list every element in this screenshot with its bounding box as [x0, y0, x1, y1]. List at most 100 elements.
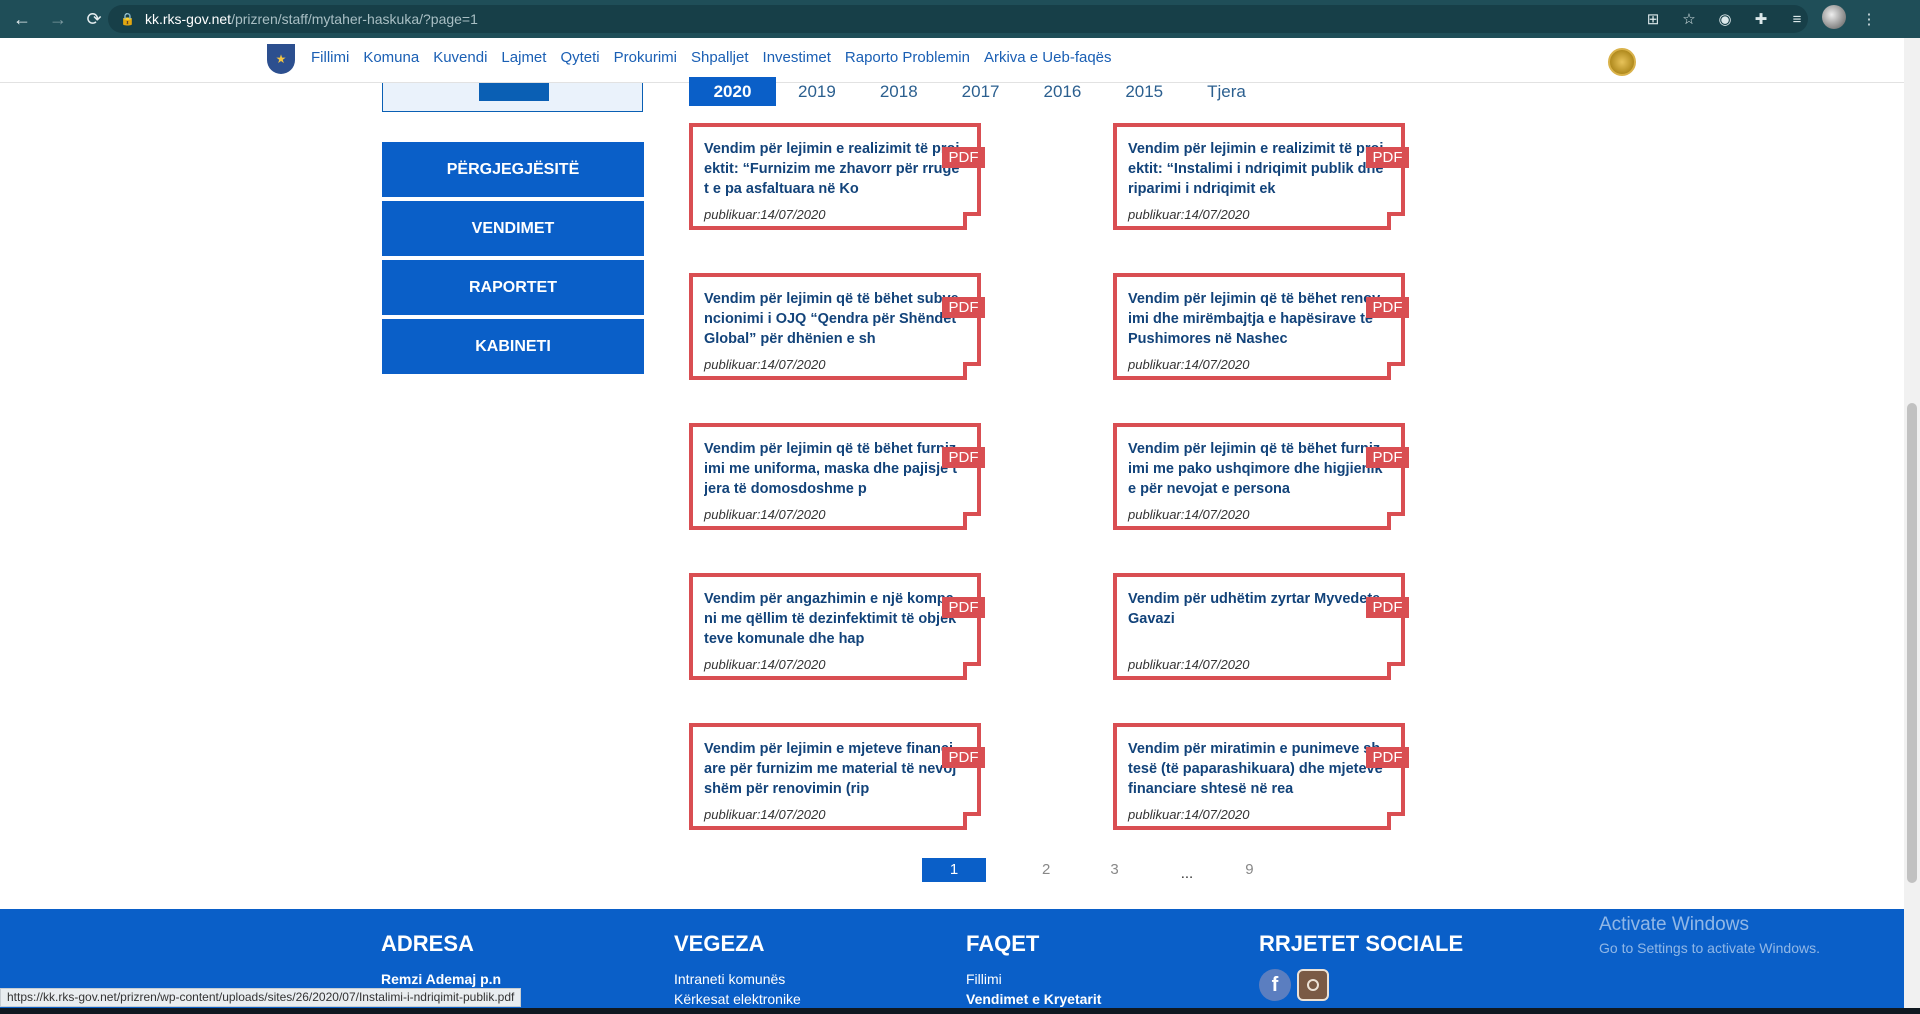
footer-heading-rrjetet: RRJETET SOCIALE — [1259, 931, 1464, 956]
address-bar[interactable]: 🔒 kk.rks-gov.net /prizren/staff/mytaher-… — [108, 5, 1808, 33]
pdf-badge[interactable]: PDF — [942, 747, 985, 768]
document-title[interactable]: Vendim për udhëtim zyrtar Myvedete Gavaz… — [1128, 589, 1384, 651]
footer-col-rrjetet: RRJETET SOCIALE f — [1259, 931, 1463, 1001]
page-link-1[interactable]: 1 — [922, 857, 986, 882]
document-card[interactable]: Vendim për lejimin që të bëhet renovimi … — [1113, 273, 1409, 380]
document-title[interactable]: Vendim për lejimin që të bëhet furnizimi… — [704, 439, 960, 501]
pdf-badge[interactable]: PDF — [942, 297, 985, 318]
sidebar-item-raportet[interactable]: RAPORTET — [382, 260, 644, 315]
nav-link-arkiva[interactable]: Arkiva e Ueb-faqës — [984, 49, 1112, 66]
footer-link-kerkesat[interactable]: Kërkesat elektronike — [674, 989, 801, 1009]
activate-windows-watermark: Activate Windows Go to Settings to activ… — [1599, 914, 1820, 956]
document-title[interactable]: Vendim për lejimin që të bëhet subvencio… — [704, 289, 960, 351]
tab-year-2016[interactable]: 2016 — [1021, 77, 1103, 106]
document-date: publikuar:14/07/2020 — [704, 807, 826, 822]
page-link-3[interactable]: 3 — [1110, 861, 1118, 878]
document-card[interactable]: Vendim për miratimin e punimeve shtesë (… — [1113, 723, 1409, 830]
footer-col-vegeza: VEGEZA Intraneti komunës Kërkesat elektr… — [674, 931, 801, 1009]
pdf-badge[interactable]: PDF — [1366, 447, 1409, 468]
document-card[interactable]: Vendim për angazhimin e një kompani me q… — [689, 573, 985, 680]
pdf-badge[interactable]: PDF — [942, 147, 985, 168]
reload-icon[interactable]: ⟳ — [80, 5, 108, 33]
main-nav: Fillimi Komuna Kuvendi Lajmet Qyteti Pro… — [311, 49, 1126, 66]
page-link-2[interactable]: 2 — [1042, 861, 1050, 878]
footer-address-line: Remzi Ademaj p.n — [381, 971, 502, 987]
nav-link-shpalljet[interactable]: Shpalljet — [691, 49, 749, 66]
document-title[interactable]: Vendim për lejimin e realizimit të proje… — [704, 139, 960, 201]
pdf-badge[interactable]: PDF — [942, 447, 985, 468]
tab-year-2015[interactable]: 2015 — [1103, 77, 1185, 106]
document-card[interactable]: Vendim për lejimin që të bëhet subvencio… — [689, 273, 985, 380]
sidebar-item-kabineti[interactable]: KABINETI — [382, 319, 644, 374]
page-ellipsis: ... — [1180, 865, 1194, 882]
instagram-icon[interactable] — [1297, 969, 1329, 1001]
tab-year-2017[interactable]: 2017 — [940, 77, 1022, 106]
sidebar-item-vendimet[interactable]: VENDIMET — [382, 201, 644, 256]
document-card[interactable]: Vendim për lejimin e realizimit të proje… — [689, 123, 985, 230]
extension-icon[interactable]: ◉ — [1714, 10, 1736, 28]
nav-link-kuvendi[interactable]: Kuvendi — [433, 49, 487, 66]
footer-link-intraneti[interactable]: Intraneti komunës — [674, 969, 801, 989]
nav-link-investimet[interactable]: Investimet — [763, 49, 831, 66]
sidebar-menu: PËRGJEGJËSITË VENDIMET RAPORTET KABINETI — [382, 142, 644, 378]
nav-link-fillimi[interactable]: Fillimi — [311, 49, 349, 66]
document-card[interactable]: Vendim për lejimin që të bëhet furnizimi… — [689, 423, 985, 530]
kosovo-emblem-icon[interactable]: ★ — [267, 44, 295, 74]
page-scrollbar[interactable] — [1904, 38, 1920, 1014]
back-arrow-icon[interactable]: ← — [8, 5, 36, 33]
document-date: publikuar:14/07/2020 — [704, 207, 826, 222]
lock-icon: 🔒 — [120, 12, 135, 26]
document-date: publikuar:14/07/2020 — [704, 657, 826, 672]
document-title[interactable]: Vendim për lejimin që të bëhet renovimi … — [1128, 289, 1384, 351]
nav-link-komuna[interactable]: Komuna — [363, 49, 419, 66]
document-date: publikuar:14/07/2020 — [704, 357, 826, 372]
footer-link-vendimet-kryetarit[interactable]: Vendimet e Kryetarit — [966, 989, 1101, 1009]
nav-link-raporto-problemin[interactable]: Raporto Problemin — [845, 49, 970, 66]
reading-list-icon[interactable]: ≡ — [1786, 11, 1808, 28]
document-title[interactable]: Vendim për lejimin e realizimit të proje… — [1128, 139, 1384, 201]
footer-col-adresa: ADRESA Remzi Ademaj p.n — [381, 931, 501, 989]
tab-year-tjera[interactable]: Tjera — [1185, 77, 1268, 106]
footer-heading-adresa: ADRESA — [381, 931, 474, 956]
nav-link-lajmet[interactable]: Lajmet — [501, 49, 546, 66]
tab-year-2018[interactable]: 2018 — [858, 77, 940, 106]
pdf-badge[interactable]: PDF — [1366, 297, 1409, 318]
pdf-badge[interactable]: PDF — [942, 597, 985, 618]
document-date: publikuar:14/07/2020 — [1128, 507, 1250, 522]
taskbar-edge — [0, 1008, 1920, 1014]
document-title[interactable]: Vendim për miratimin e punimeve shtesë (… — [1128, 739, 1384, 801]
bookmark-star-icon[interactable]: ☆ — [1678, 10, 1700, 28]
sidebar-item-pergjegjesite[interactable]: PËRGJEGJËSITË — [382, 142, 644, 197]
nav-link-prokurimi[interactable]: Prokurimi — [614, 49, 677, 66]
document-date: publikuar:14/07/2020 — [1128, 207, 1250, 222]
document-date: publikuar:14/07/2020 — [704, 507, 826, 522]
avatar[interactable] — [1822, 5, 1846, 33]
forward-arrow-icon[interactable]: → — [44, 5, 72, 33]
document-date: publikuar:14/07/2020 — [1128, 357, 1250, 372]
document-card[interactable]: Vendim për lejimin që të bëhet furnizimi… — [1113, 423, 1409, 530]
municipality-seal-icon[interactable] — [1608, 48, 1636, 76]
menu-dots-icon[interactable]: ⋮ — [1858, 10, 1880, 28]
document-date: publikuar:14/07/2020 — [1128, 807, 1250, 822]
pdf-badge[interactable]: PDF — [1366, 747, 1409, 768]
document-card[interactable]: Vendim për lejimin e mjeteve financiare … — [689, 723, 985, 830]
puzzle-icon[interactable]: ✚ — [1750, 10, 1772, 28]
facebook-icon[interactable]: f — [1259, 969, 1291, 1001]
scrollbar-thumb[interactable] — [1907, 403, 1917, 883]
footer-link-fillimi[interactable]: Fillimi — [966, 969, 1101, 989]
pdf-badge[interactable]: PDF — [1366, 147, 1409, 168]
document-card[interactable]: Vendim për lejimin e realizimit të proje… — [1113, 123, 1409, 230]
profile-card — [382, 83, 643, 112]
translate-icon[interactable]: ⊞ — [1642, 10, 1664, 28]
nav-link-qyteti[interactable]: Qyteti — [560, 49, 599, 66]
tab-year-2020[interactable]: 2020 — [689, 77, 776, 106]
document-card[interactable]: Vendim për udhëtim zyrtar Myvedete Gavaz… — [1113, 573, 1409, 680]
profile-card-accent — [479, 83, 549, 101]
tab-year-2019[interactable]: 2019 — [776, 77, 858, 106]
document-title[interactable]: Vendim për angazhimin e një kompani me q… — [704, 589, 960, 651]
url-path: /prizren/staff/mytaher-haskuka/?page=1 — [231, 11, 478, 27]
pdf-badge[interactable]: PDF — [1366, 597, 1409, 618]
page-link-9[interactable]: 9 — [1245, 861, 1253, 878]
document-title[interactable]: Vendim për lejimin që të bëhet furnizimi… — [1128, 439, 1384, 501]
document-title[interactable]: Vendim për lejimin e mjeteve financiare … — [704, 739, 960, 801]
